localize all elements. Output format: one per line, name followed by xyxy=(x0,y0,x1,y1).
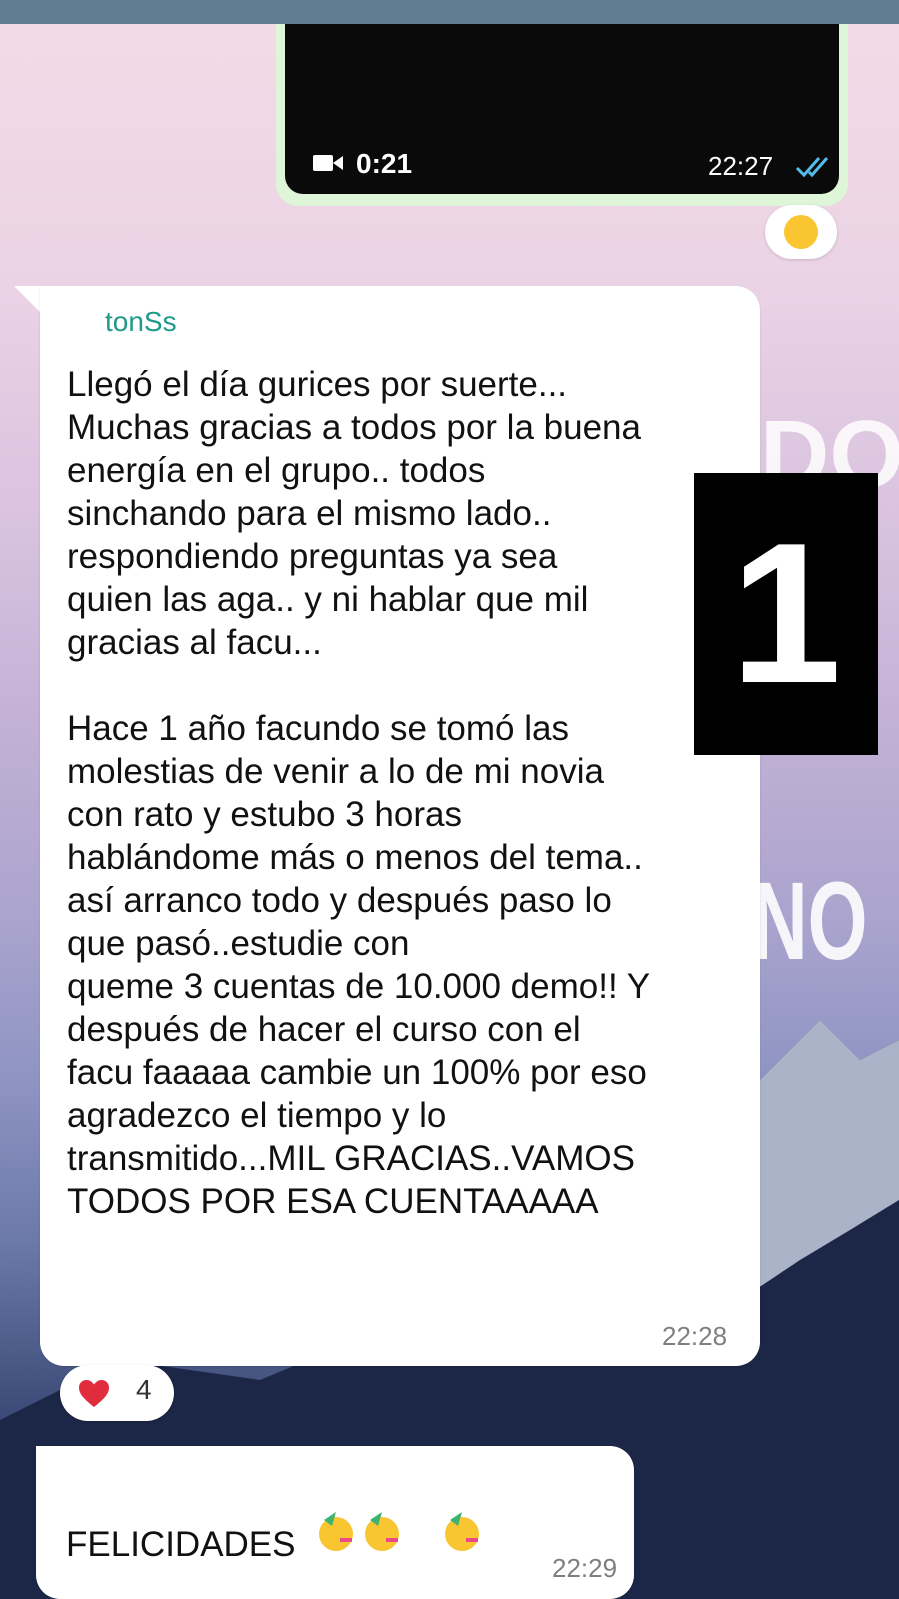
reaction-chip[interactable] xyxy=(765,205,837,259)
message-text: Llegó el día gurices por suerte... Mucha… xyxy=(67,365,651,1221)
video-duration: 0:21 xyxy=(356,148,413,179)
partying-face-icon xyxy=(445,1512,479,1551)
sender-name[interactable]: tonSs xyxy=(105,306,177,338)
wallpaper-text: NO xyxy=(752,860,868,983)
partying-face-icon xyxy=(319,1512,353,1551)
message-time: 22:27 xyxy=(708,151,774,181)
read-receipt-icon xyxy=(795,157,829,178)
sender-name-cropped xyxy=(70,1456,390,1476)
message-time: 22:28 xyxy=(662,1321,728,1351)
number-overlay-label: 1 xyxy=(694,473,878,755)
message-text: FELICIDADES xyxy=(66,1525,296,1564)
status-bar xyxy=(0,0,899,24)
message-time: 22:29 xyxy=(552,1553,618,1583)
partying-face-icon xyxy=(365,1512,399,1551)
red-heart-icon xyxy=(79,1380,109,1407)
partying-face-icon xyxy=(784,215,818,249)
reaction-count: 4 xyxy=(136,1374,152,1405)
video-camera-icon xyxy=(313,155,343,171)
